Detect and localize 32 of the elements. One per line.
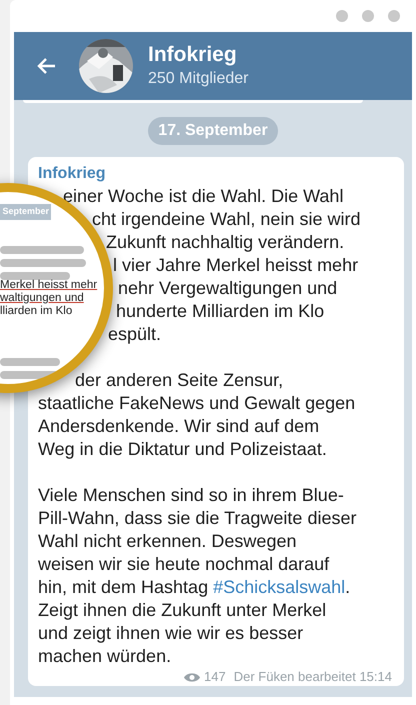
- eye-icon: [184, 672, 200, 682]
- message-line: Wahl nicht erkennen. Deswegen: [38, 530, 296, 553]
- message-line: und zeigt ihnen wie wir es besser: [38, 622, 304, 645]
- magnified-date: September: [2, 205, 49, 218]
- back-icon[interactable]: [36, 57, 56, 75]
- view-count: 147: [204, 668, 226, 686]
- hashtag-link[interactable]: #Schicksalswahl: [213, 577, 346, 597]
- message-line: espült.: [108, 323, 162, 346]
- message-line: l vier Jahre Merkel heisst mehr: [113, 254, 358, 277]
- message-line: staatliche FakeNews und Gewalt gegen: [38, 392, 356, 415]
- message-line: Viele Menschen sind so in ihrem Blue-: [38, 484, 344, 507]
- message-line: Zukunft nachhaltig verändern.: [106, 231, 344, 254]
- message-line: weisen wir sie heute nochmal darauf: [38, 553, 330, 576]
- magnified-text: lliarden im Klo: [0, 305, 72, 318]
- message-line: Andersdenkende. Wir sind auf dem: [38, 415, 320, 438]
- message-line: nehr Vergewaltigungen und: [118, 277, 338, 300]
- magnified-text: Merkel heisst mehr: [0, 279, 98, 292]
- date-badge: 17. September: [148, 117, 278, 145]
- message-line: machen würden.: [38, 645, 172, 668]
- message-line: cht irgendeine Wahl, nein sie wird: [92, 208, 360, 231]
- message-line: Pill-Wahn, dass sie die Tragweite dieser: [38, 507, 356, 530]
- message-line: hunderte Milliarden im Klo: [116, 300, 324, 323]
- message-line: einer Woche ist die Wahl. Die Wahl: [63, 185, 344, 208]
- message-line: der anderen Seite Zensur,: [75, 369, 284, 392]
- message-meta: Der Füken bearbeitet 15:14: [234, 668, 392, 686]
- sender-name: Infokrieg: [38, 164, 106, 184]
- message-line: Weg in die Diktatur und Polizeistaat.: [38, 438, 327, 461]
- channel-title: Infokrieg: [148, 42, 238, 68]
- message-line: Zeigt ihnen die Zukunft unter Merkel: [38, 599, 326, 622]
- magnified-text: waltigungen und: [0, 292, 84, 305]
- member-count: 250 Mitglieder: [148, 69, 248, 89]
- message-line: hin, mit dem Hashtag #Schicksalswahl.: [38, 576, 350, 599]
